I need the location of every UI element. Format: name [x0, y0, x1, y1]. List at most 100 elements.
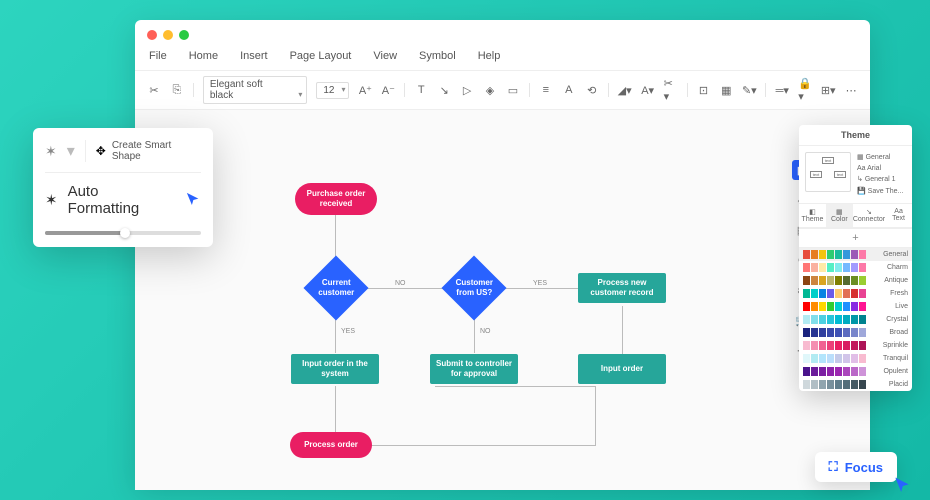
maximize-icon[interactable] [179, 30, 189, 40]
crop-icon[interactable]: ✂▾ [664, 83, 678, 97]
rotate-icon[interactable]: ⟲ [585, 83, 599, 97]
swatch[interactable] [835, 289, 842, 298]
swatch[interactable] [803, 341, 810, 350]
theme-opt-general1[interactable]: ↳ General 1 [857, 174, 906, 185]
palette-general[interactable]: General [799, 248, 912, 261]
swatch[interactable] [851, 354, 858, 363]
swatch[interactable] [835, 250, 842, 259]
tab-color[interactable]: ▦Color [826, 204, 853, 227]
node-current-customer[interactable]: Current customer [303, 255, 368, 320]
swatch[interactable] [803, 289, 810, 298]
swatch[interactable] [811, 250, 818, 259]
swatch[interactable] [811, 263, 818, 272]
swatch[interactable] [827, 263, 834, 272]
swatch[interactable] [859, 367, 866, 376]
swatch[interactable] [811, 354, 818, 363]
swatch[interactable] [835, 367, 842, 376]
font-color-icon[interactable]: A▾ [641, 83, 655, 97]
create-smart-shape[interactable]: Create SmartShape [112, 140, 171, 162]
palette-sprinkle[interactable]: Sprinkle [799, 339, 912, 352]
swatch[interactable] [827, 354, 834, 363]
swatch[interactable] [851, 302, 858, 311]
swatch[interactable] [811, 328, 818, 337]
pen-icon[interactable]: ✎▾ [742, 83, 756, 97]
node-process-order[interactable]: Process order [290, 432, 372, 458]
palette-placid[interactable]: Placid [799, 378, 912, 391]
swatch[interactable] [859, 341, 866, 350]
swatch[interactable] [851, 315, 858, 324]
swatch[interactable] [827, 250, 834, 259]
connector-icon[interactable]: ↘ [437, 83, 451, 97]
menu-icon[interactable]: ⋯ [844, 83, 858, 97]
lock-icon[interactable]: 🔒▾ [798, 83, 812, 97]
swatch[interactable] [851, 289, 858, 298]
swatch[interactable] [843, 263, 850, 272]
swatch[interactable] [819, 315, 826, 324]
align-icon[interactable]: ≡ [539, 83, 553, 97]
swatch[interactable] [811, 367, 818, 376]
theme-preview[interactable]: text text text [805, 152, 851, 192]
swatch[interactable] [819, 263, 826, 272]
smart-shape-icon[interactable]: ✥ [96, 144, 106, 158]
more-icon[interactable]: ⊞▾ [821, 83, 835, 97]
swatch[interactable] [819, 276, 826, 285]
palette-tranquil[interactable]: Tranquil [799, 352, 912, 365]
swatch[interactable] [843, 250, 850, 259]
tab-text[interactable]: AaText [885, 204, 912, 227]
pointer-icon[interactable]: ▷ [460, 83, 474, 97]
shape-icon[interactable]: ▭ [506, 83, 520, 97]
swatch[interactable] [843, 302, 850, 311]
swatch[interactable] [859, 250, 866, 259]
tab-connector[interactable]: ↘Connector [853, 204, 885, 227]
swatch[interactable] [843, 367, 850, 376]
swatch[interactable] [827, 328, 834, 337]
theme-opt-general[interactable]: ▦ General [857, 152, 906, 163]
swatch[interactable] [843, 354, 850, 363]
swatch[interactable] [859, 289, 866, 298]
swatch[interactable] [803, 380, 810, 389]
swatch[interactable] [851, 380, 858, 389]
swatch[interactable] [827, 341, 834, 350]
swatch[interactable] [859, 276, 866, 285]
swatch[interactable] [819, 289, 826, 298]
swatch[interactable] [811, 289, 818, 298]
menu-home[interactable]: Home [189, 50, 218, 62]
decrease-font-icon[interactable]: A⁻ [381, 83, 395, 97]
auto-formatting-label[interactable]: Auto Formatting [68, 183, 170, 217]
swatch[interactable] [803, 263, 810, 272]
swatch[interactable] [835, 341, 842, 350]
swatch[interactable] [851, 250, 858, 259]
swatch[interactable] [843, 380, 850, 389]
size-select[interactable]: 12 [316, 82, 349, 99]
swatch[interactable] [819, 302, 826, 311]
auto-format-slider[interactable] [45, 231, 201, 235]
swatch[interactable] [819, 367, 826, 376]
palette-opulent[interactable]: Opulent [799, 365, 912, 378]
sparkle-icon[interactable]: ✶ [45, 143, 57, 160]
swatch[interactable] [803, 302, 810, 311]
swatch[interactable] [859, 354, 866, 363]
grid-icon[interactable]: ▦ [719, 83, 733, 97]
menu-pagelayout[interactable]: Page Layout [290, 50, 352, 62]
node-purchase-order[interactable]: Purchase order received [295, 183, 377, 215]
swatch[interactable] [803, 315, 810, 324]
node-input-order[interactable]: Input order [578, 354, 666, 384]
swatch[interactable] [827, 380, 834, 389]
swatch[interactable] [827, 315, 834, 324]
swatch[interactable] [835, 328, 842, 337]
menu-file[interactable]: File [149, 50, 167, 62]
palette-charm[interactable]: Charm [799, 261, 912, 274]
swatch[interactable] [811, 380, 818, 389]
node-customer-us[interactable]: Customer from US? [441, 255, 506, 320]
palette-live[interactable]: Live [799, 300, 912, 313]
focus-button[interactable]: ⛶ Focus [815, 452, 897, 482]
swatch[interactable] [819, 341, 826, 350]
swatch[interactable] [859, 328, 866, 337]
swatch[interactable] [811, 302, 818, 311]
menu-help[interactable]: Help [478, 50, 501, 62]
line-style-icon[interactable]: ═▾ [775, 83, 789, 97]
minimize-icon[interactable] [163, 30, 173, 40]
font-select[interactable]: Elegant soft black [203, 76, 307, 104]
swatch[interactable] [803, 250, 810, 259]
canvas[interactable]: NO YES YES NO Purchase order received Cu… [135, 110, 870, 490]
